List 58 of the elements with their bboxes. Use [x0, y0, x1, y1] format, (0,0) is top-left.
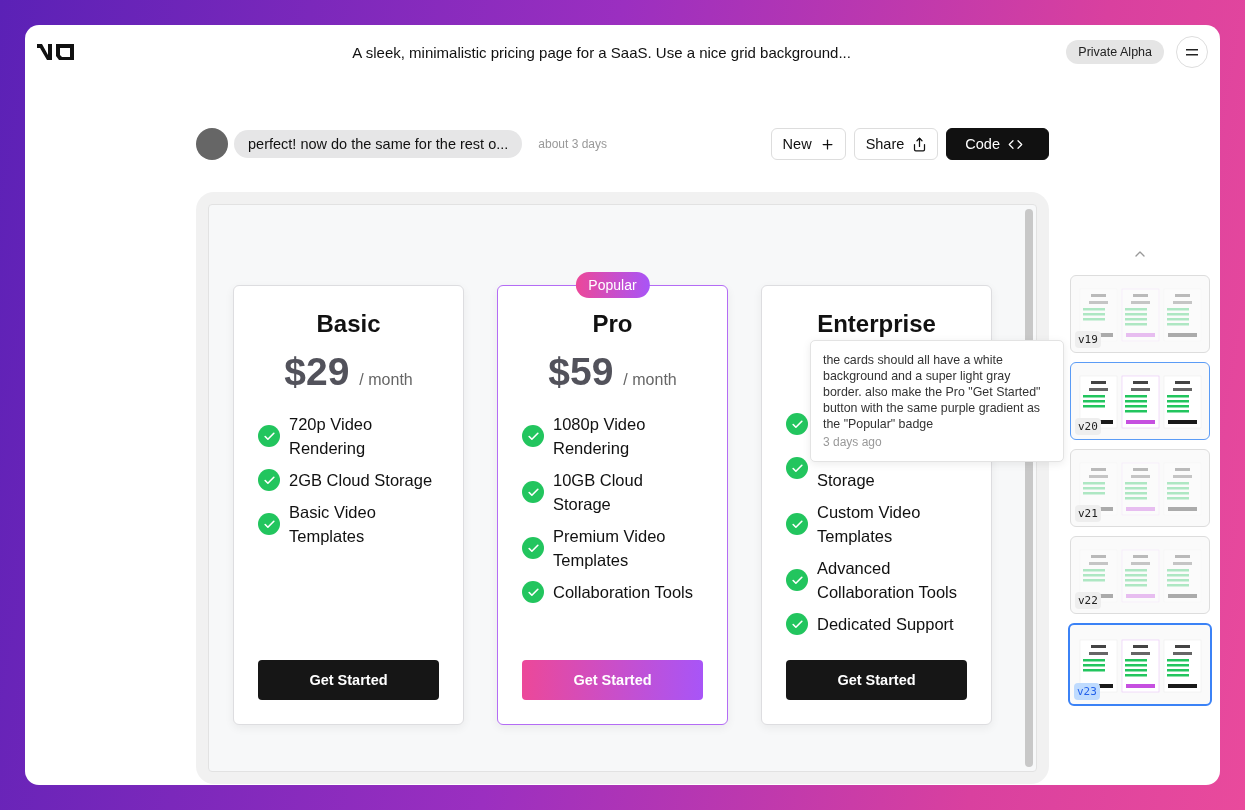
version-thumbnail[interactable]: v23 — [1068, 623, 1212, 706]
feature-text: 720p Video Rendering — [289, 414, 374, 459]
version-thumbnail[interactable]: v20 — [1070, 362, 1210, 440]
plan-name: Basic — [315, 310, 382, 338]
check-icon — [522, 425, 544, 447]
plan-price: $29 — [284, 350, 350, 394]
chat-message[interactable]: perfect! now do the same for the rest o... — [234, 130, 523, 158]
prompt-title: A sleek, minimalistic pricing page for a SaaS. Use a nice grid background... — [351, 43, 852, 61]
get-started-button[interactable]: Get Started — [258, 660, 439, 700]
code-button[interactable]: Code — [946, 128, 1049, 160]
new-button[interactable]: New — [770, 128, 846, 160]
feature-text: 2GB Cloud Storage — [289, 470, 433, 491]
version-label: v21 — [1075, 505, 1101, 522]
plan-price: $59 — [548, 350, 614, 394]
version-thumbnail[interactable]: v22 — [1070, 536, 1210, 614]
check-icon — [522, 481, 544, 503]
price-period: / month — [359, 371, 413, 389]
version-thumbnail[interactable]: v19 — [1070, 275, 1210, 353]
feature-text: Premium Video Templates — [553, 526, 667, 571]
version-thumbnail[interactable]: v21 — [1070, 449, 1210, 527]
feature-text: 10GB Cloud Storage — [553, 470, 644, 515]
tooltip-time: 3 days ago — [823, 435, 883, 449]
version-label: v23 — [1074, 683, 1100, 700]
message-time: about 3 days — [538, 137, 609, 151]
feature-text: Dedicated Support — [817, 614, 954, 635]
share-button[interactable]: Share — [853, 128, 939, 160]
feature-text: Basic Video Templates — [289, 502, 377, 547]
menu-button[interactable] — [1176, 36, 1208, 68]
check-icon — [522, 537, 544, 559]
status-badge: Private Alpha — [1066, 40, 1164, 64]
check-icon — [258, 425, 280, 447]
avatar — [196, 128, 228, 160]
feature-text: 1080p Video Rendering — [553, 414, 647, 459]
check-icon — [786, 569, 808, 591]
price-period: / month — [623, 371, 677, 389]
menu-icon — [1186, 48, 1198, 56]
plan-name: Pro — [591, 310, 634, 338]
feature-text: Custom Video Templates — [817, 502, 922, 547]
check-icon — [522, 581, 544, 603]
check-icon — [258, 513, 280, 535]
feature-text: Advanced Collaboration Tools — [817, 558, 959, 603]
check-icon — [258, 469, 280, 491]
version-label: v20 — [1075, 418, 1101, 435]
logo-icon — [37, 42, 77, 62]
popular-badge: Popular — [575, 272, 650, 298]
share-icon — [912, 136, 928, 152]
check-icon — [786, 613, 808, 635]
check-icon — [786, 513, 808, 535]
version-label: v19 — [1075, 331, 1101, 348]
check-icon — [786, 413, 808, 435]
get-started-button[interactable]: Get Started — [786, 660, 967, 700]
check-icon — [786, 457, 808, 479]
plan-name: Enterprise — [816, 310, 937, 338]
version-label: v22 — [1075, 592, 1101, 609]
get-started-button[interactable]: Get Started — [522, 660, 703, 700]
feature-text: Collaboration Tools — [553, 582, 694, 603]
plus-icon — [819, 136, 835, 152]
tooltip-text: the cards should all have a white background and a super light gray border. also make the Pro "Get Started" button with the same purple gradient as the "Popular" badge — [823, 352, 1042, 432]
